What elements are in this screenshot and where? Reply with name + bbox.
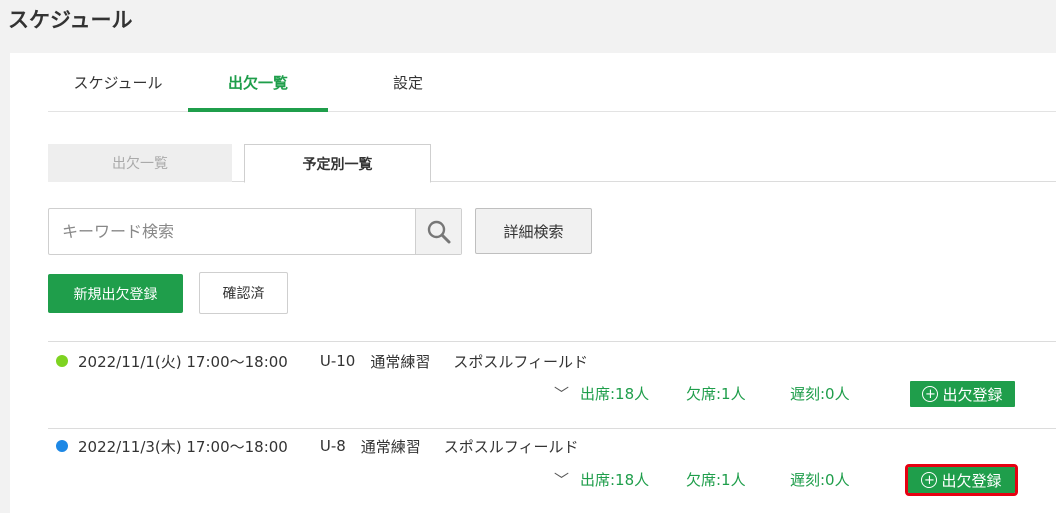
register-attendance-button[interactable]: + 出欠登録 xyxy=(910,381,1015,407)
event-stats[interactable]: ﹀ 出席:18人 欠席:1人 遅刻:0人 xyxy=(554,469,864,490)
event-team: U-10 xyxy=(319,352,356,370)
main-panel: スケジュール 出欠一覧 設定 出欠一覧 予定別一覧 詳細検索 新規出欠登録 確認… xyxy=(10,53,1056,513)
present-count: 出席:18人 xyxy=(580,385,650,403)
tab-bar: スケジュール 出欠一覧 設定 xyxy=(48,53,1056,112)
event-header: 2022/11/1(火) 17:00〜18:00 U-10 通常練習 スポスルフ… xyxy=(56,351,588,371)
subtab-attendance-list[interactable]: 出欠一覧 xyxy=(48,144,232,182)
event-stats[interactable]: ﹀ 出席:18人 欠席:1人 遅刻:0人 xyxy=(554,383,864,404)
absent-count: 欠席:1人 xyxy=(686,385,746,403)
status-dot xyxy=(56,440,68,452)
tab-schedule[interactable]: スケジュール xyxy=(48,53,188,112)
event-place: スポスルフィールド xyxy=(453,352,589,371)
event-datetime: 2022/11/1(火) 17:00〜18:00 xyxy=(78,352,288,371)
late-count: 遅刻:0人 xyxy=(790,471,850,489)
search-input[interactable] xyxy=(49,209,415,254)
search-box xyxy=(48,208,462,255)
new-attendance-button[interactable]: 新規出欠登録 xyxy=(48,274,183,313)
plus-circle-icon: + xyxy=(921,472,938,488)
chevron-down-icon: ﹀ xyxy=(554,384,570,403)
search-button[interactable] xyxy=(415,209,461,254)
register-label: 出欠登録 xyxy=(941,471,1002,490)
absent-count: 欠席:1人 xyxy=(686,471,746,489)
event-place: スポスルフィールド xyxy=(443,437,579,456)
subtab-by-event[interactable]: 予定別一覧 xyxy=(244,144,431,183)
status-dot xyxy=(56,355,68,367)
plus-circle-icon: + xyxy=(922,386,939,402)
event-team: U-8 xyxy=(319,437,346,455)
register-attendance-button-highlighted[interactable]: + 出欠登録 xyxy=(905,464,1018,496)
chevron-down-icon: ﹀ xyxy=(554,470,570,489)
event-type: 通常練習 xyxy=(370,352,431,371)
register-label: 出欠登録 xyxy=(942,385,1003,404)
subtab-bar: 出欠一覧 予定別一覧 xyxy=(48,144,1056,183)
detail-search-button[interactable]: 詳細検索 xyxy=(475,208,592,254)
page-title: スケジュール xyxy=(8,8,133,32)
confirmed-button[interactable]: 確認済 xyxy=(199,272,288,314)
present-count: 出席:18人 xyxy=(580,471,650,489)
divider xyxy=(48,341,1056,342)
event-datetime: 2022/11/3(木) 17:00〜18:00 xyxy=(78,437,288,456)
search-icon xyxy=(427,220,450,243)
tab-attendance-list[interactable]: 出欠一覧 xyxy=(188,53,328,112)
event-header: 2022/11/3(木) 17:00〜18:00 U-8 通常練習 スポスルフィ… xyxy=(56,436,579,456)
event-type: 通常練習 xyxy=(360,437,421,456)
divider xyxy=(48,428,1056,429)
tab-settings[interactable]: 設定 xyxy=(338,53,478,112)
late-count: 遅刻:0人 xyxy=(790,385,850,403)
